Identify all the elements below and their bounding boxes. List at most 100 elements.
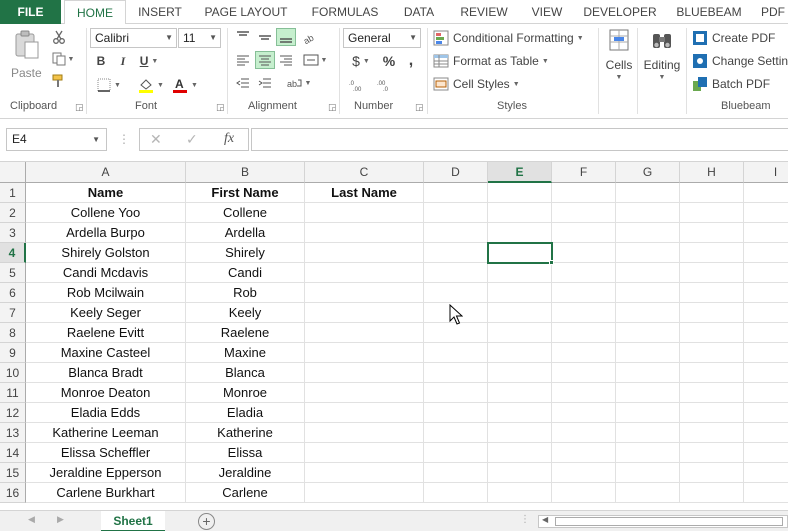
cell-b3[interactable]: Ardella bbox=[186, 223, 305, 243]
scroll-left-icon[interactable]: ◀ bbox=[542, 515, 548, 524]
cell-c2[interactable] bbox=[305, 203, 424, 223]
cell-i6[interactable] bbox=[744, 283, 788, 303]
cell-a5[interactable]: Candi Mcdavis bbox=[26, 263, 186, 283]
tab-page-layout[interactable]: PAGE LAYOUT bbox=[198, 0, 294, 24]
cell-a9[interactable]: Maxine Casteel bbox=[26, 343, 186, 363]
cell-f3[interactable] bbox=[552, 223, 616, 243]
cell-d8[interactable] bbox=[424, 323, 488, 343]
font-color-button[interactable]: A ▼ bbox=[170, 76, 200, 94]
currency-button[interactable]: $ ▼ bbox=[347, 52, 375, 70]
enter-icon[interactable]: ✓ bbox=[186, 131, 198, 148]
tab-review[interactable]: REVIEW bbox=[454, 0, 514, 24]
column-header-g[interactable]: G bbox=[616, 162, 680, 183]
cell-b4[interactable]: Shirely bbox=[186, 243, 305, 263]
cell-f2[interactable] bbox=[552, 203, 616, 223]
cell-e3[interactable] bbox=[488, 223, 552, 243]
row-header-15[interactable]: 15 bbox=[0, 463, 26, 483]
fill-color-button[interactable]: ▼ bbox=[136, 76, 166, 94]
cell-h6[interactable] bbox=[680, 283, 744, 303]
cell-h8[interactable] bbox=[680, 323, 744, 343]
cell-c5[interactable] bbox=[305, 263, 424, 283]
font-size-combo[interactable]: 11 ▼ bbox=[178, 28, 221, 48]
cell-f12[interactable] bbox=[552, 403, 616, 423]
cell-h4[interactable] bbox=[680, 243, 744, 263]
add-sheet-icon[interactable]: + bbox=[198, 513, 215, 530]
font-launcher-icon[interactable]: ◲ bbox=[216, 102, 225, 113]
middle-align-button[interactable] bbox=[255, 28, 275, 46]
row-header-10[interactable]: 10 bbox=[0, 363, 26, 383]
cell-g13[interactable] bbox=[616, 423, 680, 443]
row-header-1[interactable]: 1 bbox=[0, 183, 26, 203]
cell-i5[interactable] bbox=[744, 263, 788, 283]
cell-h2[interactable] bbox=[680, 203, 744, 223]
cell-b14[interactable]: Elissa bbox=[186, 443, 305, 463]
cell-i1[interactable] bbox=[744, 183, 788, 203]
bottom-align-button[interactable] bbox=[276, 28, 296, 46]
row-header-2[interactable]: 2 bbox=[0, 203, 26, 223]
cell-c10[interactable] bbox=[305, 363, 424, 383]
cells-button[interactable]: Cells ▼ bbox=[604, 28, 634, 96]
cell-e10[interactable] bbox=[488, 363, 552, 383]
format-painter-button[interactable] bbox=[49, 72, 69, 90]
cell-g4[interactable] bbox=[616, 243, 680, 263]
cell-i12[interactable] bbox=[744, 403, 788, 423]
font-name-combo[interactable]: Calibri ▼ bbox=[90, 28, 177, 48]
paste-button[interactable] bbox=[10, 30, 44, 60]
conditional-formatting-button[interactable]: Conditional Formatting ▼ bbox=[433, 29, 593, 47]
format-as-table-button[interactable]: Format as Table ▼ bbox=[433, 52, 593, 70]
cell-b1[interactable]: First Name bbox=[186, 183, 305, 203]
cell-d12[interactable] bbox=[424, 403, 488, 423]
tab-insert[interactable]: INSERT bbox=[130, 0, 190, 24]
cell-g3[interactable] bbox=[616, 223, 680, 243]
cancel-icon[interactable]: ✕ bbox=[150, 131, 162, 148]
row-header-11[interactable]: 11 bbox=[0, 383, 26, 403]
cell-b6[interactable]: Rob bbox=[186, 283, 305, 303]
cell-b16[interactable]: Carlene bbox=[186, 483, 305, 503]
cell-g14[interactable] bbox=[616, 443, 680, 463]
cell-g2[interactable] bbox=[616, 203, 680, 223]
italic-button[interactable]: I bbox=[116, 52, 130, 70]
cell-h12[interactable] bbox=[680, 403, 744, 423]
cell-d3[interactable] bbox=[424, 223, 488, 243]
create-pdf-button[interactable]: Create PDF bbox=[692, 29, 788, 47]
insert-function-icon[interactable]: fx bbox=[224, 131, 234, 147]
copy-button[interactable]: ▼ bbox=[49, 50, 77, 68]
cell-a4[interactable]: Shirely Golston bbox=[26, 243, 186, 263]
horizontal-scrollbar[interactable]: ◀ bbox=[538, 515, 788, 528]
cell-i10[interactable] bbox=[744, 363, 788, 383]
cell-e9[interactable] bbox=[488, 343, 552, 363]
cell-e14[interactable] bbox=[488, 443, 552, 463]
cell-e8[interactable] bbox=[488, 323, 552, 343]
formula-bar-splitter-icon[interactable]: ⋮ bbox=[118, 132, 130, 146]
row-header-3[interactable]: 3 bbox=[0, 223, 26, 243]
orientation-button[interactable]: ab bbox=[300, 28, 322, 46]
cell-g9[interactable] bbox=[616, 343, 680, 363]
cell-i11[interactable] bbox=[744, 383, 788, 403]
tab-data[interactable]: DATA bbox=[394, 0, 444, 24]
cut-button[interactable] bbox=[49, 28, 69, 46]
cell-e2[interactable] bbox=[488, 203, 552, 223]
cell-i14[interactable] bbox=[744, 443, 788, 463]
cell-e1[interactable] bbox=[488, 183, 552, 203]
cell-f13[interactable] bbox=[552, 423, 616, 443]
row-header-16[interactable]: 16 bbox=[0, 483, 26, 503]
cell-d15[interactable] bbox=[424, 463, 488, 483]
cell-c12[interactable] bbox=[305, 403, 424, 423]
cell-e7[interactable] bbox=[488, 303, 552, 323]
column-header-b[interactable]: B bbox=[186, 162, 305, 183]
sheet-tab-sheet1[interactable]: Sheet1 bbox=[101, 511, 165, 531]
cell-f6[interactable] bbox=[552, 283, 616, 303]
cell-i16[interactable] bbox=[744, 483, 788, 503]
cell-c4[interactable] bbox=[305, 243, 424, 263]
cell-c6[interactable] bbox=[305, 283, 424, 303]
cell-b10[interactable]: Blanca bbox=[186, 363, 305, 383]
cell-b7[interactable]: Keely bbox=[186, 303, 305, 323]
cell-c7[interactable] bbox=[305, 303, 424, 323]
comma-style-button[interactable]: , bbox=[404, 52, 418, 70]
cell-d16[interactable] bbox=[424, 483, 488, 503]
cell-h3[interactable] bbox=[680, 223, 744, 243]
cell-b9[interactable]: Maxine bbox=[186, 343, 305, 363]
cell-f14[interactable] bbox=[552, 443, 616, 463]
underline-button[interactable]: U ▼ bbox=[136, 52, 162, 70]
cell-a10[interactable]: Blanca Bradt bbox=[26, 363, 186, 383]
